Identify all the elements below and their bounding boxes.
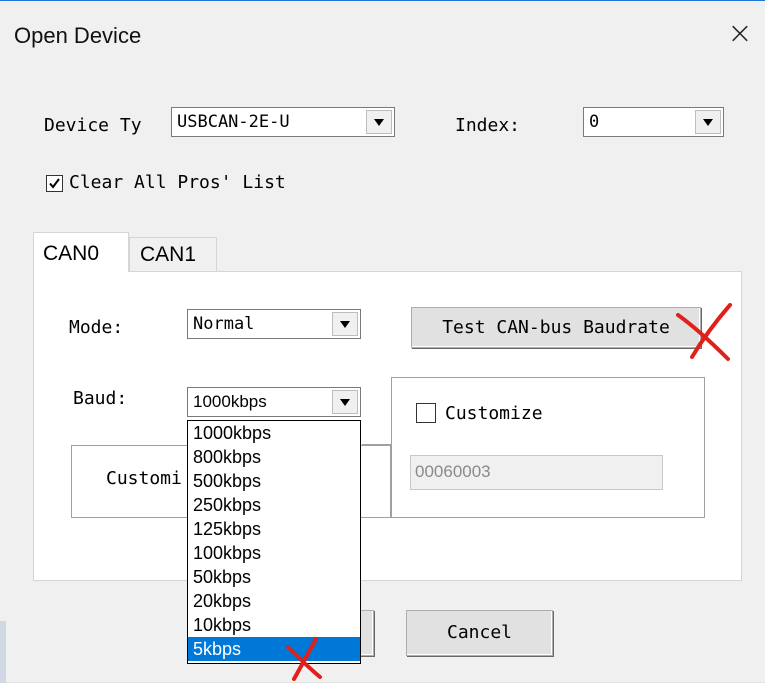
dialog-title: Open Device	[14, 23, 142, 48]
baud-option[interactable]: 10kbps	[188, 613, 360, 637]
chevron-down-icon[interactable]	[366, 110, 392, 134]
baud-value: 1000kbps	[193, 392, 267, 411]
customize-checkbox[interactable]	[416, 403, 436, 423]
mode-value: Normal	[193, 314, 255, 334]
index-value: 0	[589, 112, 600, 132]
mode-label: Mode:	[69, 317, 124, 338]
chevron-down-icon[interactable]	[695, 110, 721, 134]
clear-list-label: Clear All Pros' List	[69, 172, 286, 193]
customize-label: Customize	[445, 403, 543, 424]
baud-option[interactable]: 50kbps	[188, 565, 360, 589]
baud-option-selected[interactable]: 5kbps	[188, 637, 360, 661]
index-select[interactable]: 0	[583, 107, 724, 137]
test-baudrate-button[interactable]: Test CAN-bus Baudrate	[411, 307, 701, 348]
red-x-mark-icon	[286, 637, 322, 681]
baud-option[interactable]: 800kbps	[188, 445, 360, 469]
device-type-value: USBCAN-2E-U	[177, 112, 290, 132]
baud-select[interactable]: 1000kbps	[187, 387, 361, 417]
tab-can1[interactable]: CAN1	[129, 237, 217, 272]
baud-label: Baud:	[73, 388, 128, 409]
baud-option[interactable]: 100kbps	[188, 541, 360, 565]
tab-can0[interactable]: CAN0	[33, 232, 129, 272]
baud-option[interactable]: 125kbps	[188, 517, 360, 541]
baud-option[interactable]: 500kbps	[188, 469, 360, 493]
open-device-dialog: Open Device × Device Ty USBCAN-2E-U Inde…	[0, 0, 765, 683]
device-type-select[interactable]: USBCAN-2E-U	[171, 107, 395, 137]
chevron-down-icon[interactable]	[332, 390, 358, 414]
baud-option[interactable]: 20kbps	[188, 589, 360, 613]
baud-option[interactable]: 1000kbps	[188, 421, 360, 445]
red-x-mark-icon	[676, 303, 732, 361]
group-divider	[362, 377, 392, 445]
baud-option[interactable]: 250kbps	[188, 493, 360, 517]
device-type-label: Device Ty	[44, 115, 142, 136]
customize-group-right	[391, 377, 705, 518]
mode-select[interactable]: Normal	[187, 309, 361, 339]
custom-baud-field[interactable]: 00060003	[410, 455, 663, 490]
index-label: Index:	[455, 115, 521, 136]
background-window-edge	[0, 621, 6, 683]
close-icon[interactable]: ×	[722, 15, 758, 55]
clear-list-checkbox[interactable]	[46, 175, 63, 192]
customize-label-partial: Customi	[106, 468, 182, 489]
chevron-down-icon[interactable]	[332, 312, 358, 336]
baud-dropdown-list[interactable]: 1000kbps 800kbps 500kbps 250kbps 125kbps…	[187, 420, 361, 664]
check-icon	[49, 178, 60, 189]
cancel-button[interactable]: Cancel	[406, 610, 553, 656]
